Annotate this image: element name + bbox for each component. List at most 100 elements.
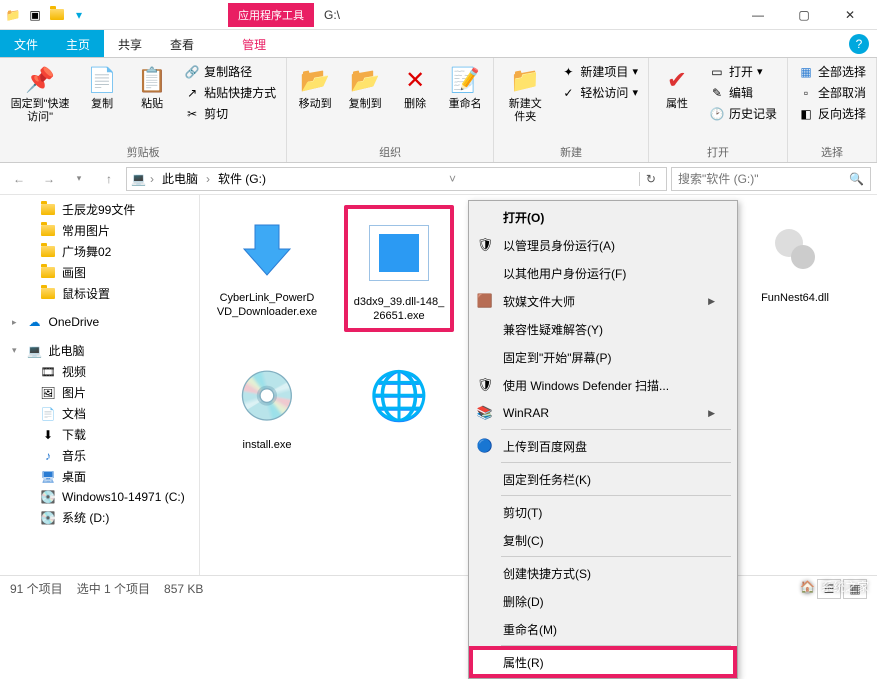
newitem-button[interactable]: ✦新建项目 ▾ xyxy=(556,62,642,81)
tab-home[interactable]: 主页 xyxy=(52,30,104,57)
edit-small-button[interactable]: ✎编辑 xyxy=(705,83,781,102)
menu-item[interactable]: 兼容性疑难解答(Y) xyxy=(471,315,735,343)
open-small-button[interactable]: ▭打开 ▾ xyxy=(705,62,781,81)
selectall-button[interactable]: ▦全部选择 xyxy=(794,62,870,81)
nav-pictures[interactable]: 🖼图片 xyxy=(0,382,199,403)
delete-button[interactable]: ✕删除 xyxy=(393,62,437,113)
forward-button[interactable]: → xyxy=(36,166,62,192)
history-button[interactable]: 🕑历史记录 xyxy=(705,104,781,123)
copyto-button[interactable]: 📂复制到 xyxy=(343,62,387,113)
blank-icon xyxy=(475,347,495,367)
file-item[interactable]: FunNest64.dll xyxy=(740,205,850,332)
copy-path-button[interactable]: 🔗复制路径 xyxy=(180,62,280,81)
defender-icon: 🛡 xyxy=(475,375,495,395)
menu-label: 以其他用户身份运行(F) xyxy=(503,265,626,282)
qat-properties-icon[interactable]: ▣ xyxy=(26,6,44,24)
nav-drive-c[interactable]: 💽Windows10-14971 (C:) xyxy=(0,487,199,507)
nav-folder[interactable]: 常用图片 xyxy=(0,220,199,241)
up-button[interactable]: ↑ xyxy=(96,166,122,192)
search-icon[interactable]: 🔍 xyxy=(849,172,864,186)
tab-view[interactable]: 查看 xyxy=(156,30,208,57)
copy-label: 复制 xyxy=(91,98,113,111)
selectnone-button[interactable]: ▫全部取消 xyxy=(794,83,870,102)
nav-pane[interactable]: 壬辰龙99文件 常用图片 广场舞02 画图 鼠标设置 ☁OneDrive 💻此电… xyxy=(0,195,200,575)
search-input[interactable] xyxy=(678,172,849,186)
nav-folder[interactable]: 广场舞02 xyxy=(0,241,199,262)
invert-button[interactable]: ◧反向选择 xyxy=(794,104,870,123)
menu-item[interactable]: 属性(R) xyxy=(471,648,735,676)
file-item[interactable]: d3dx9_39.dll-148_26651.exe xyxy=(344,205,454,332)
pin-button[interactable]: 📌 固定到"快速访问" xyxy=(6,62,74,126)
nav-desktop[interactable]: 🖥桌面 xyxy=(0,466,199,487)
nav-video[interactable]: 🎞视频 xyxy=(0,361,199,382)
nav-drive-d[interactable]: 💽系统 (D:) xyxy=(0,507,199,528)
paste-shortcut-button[interactable]: ↗粘贴快捷方式 xyxy=(180,83,280,102)
nav-onedrive[interactable]: ☁OneDrive xyxy=(0,312,199,332)
nav-folder[interactable]: 壬辰龙99文件 xyxy=(0,199,199,220)
menu-item[interactable]: 🟫软媒文件大师▶ xyxy=(471,287,735,315)
moveto-button[interactable]: 📂移动到 xyxy=(293,62,337,113)
properties-button[interactable]: ✔属性 xyxy=(655,62,699,113)
tab-share[interactable]: 共享 xyxy=(104,30,156,57)
file-item[interactable]: 🌐 xyxy=(344,352,454,456)
chevron-icon[interactable]: › xyxy=(150,172,154,186)
nav-music[interactable]: ♪音乐 xyxy=(0,445,199,466)
blank-icon xyxy=(475,207,495,227)
title-bar: 📁 ▣ ▾ 应用程序工具 G:\ — ▢ ✕ xyxy=(0,0,877,30)
menu-item[interactable]: 剪切(T) xyxy=(471,498,735,526)
search-box[interactable]: 🔍 xyxy=(671,167,871,191)
breadcrumb-root[interactable]: 此电脑 xyxy=(158,170,202,187)
recent-button[interactable]: ▾ xyxy=(66,166,92,192)
baidu-icon: 🔵 xyxy=(475,436,495,456)
minimize-button[interactable]: — xyxy=(735,0,781,30)
menu-separator xyxy=(501,645,731,646)
menu-item[interactable]: 固定到任务栏(K) xyxy=(471,465,735,493)
maximize-button[interactable]: ▢ xyxy=(781,0,827,30)
copy-button[interactable]: 📄 复制 xyxy=(80,62,124,113)
qat-newfolder-icon[interactable] xyxy=(48,6,66,24)
help-icon[interactable]: ? xyxy=(849,34,869,54)
file-item[interactable]: CyberLink_PowerDVD_Downloader.exe xyxy=(212,205,322,332)
menu-item[interactable]: 创建快捷方式(S) xyxy=(471,559,735,587)
menu-item[interactable]: 🛡以管理员身份运行(A) xyxy=(471,231,735,259)
selectnone-icon: ▫ xyxy=(798,85,814,101)
open-icon: ▭ xyxy=(709,64,725,80)
menu-item[interactable]: 复制(C) xyxy=(471,526,735,554)
copy-icon: 📄 xyxy=(86,64,118,96)
tab-file[interactable]: 文件 xyxy=(0,30,52,57)
menu-item[interactable]: 🔵上传到百度网盘 xyxy=(471,432,735,460)
menu-item[interactable]: 📚WinRAR▶ xyxy=(471,399,735,427)
qat-dropdown-icon[interactable]: ▾ xyxy=(70,6,88,24)
newfolder-button[interactable]: 📁新建文件夹 xyxy=(500,62,550,126)
menu-item[interactable]: 重命名(M) xyxy=(471,615,735,643)
nav-downloads[interactable]: ⬇下载 xyxy=(0,424,199,445)
copyto-icon: 📂 xyxy=(349,64,381,96)
rename-button[interactable]: 📝重命名 xyxy=(443,62,487,113)
app-icon: 📁 xyxy=(4,6,22,24)
dropdown-icon[interactable]: ˅ xyxy=(449,172,456,186)
cut-button[interactable]: ✂剪切 xyxy=(180,104,280,123)
back-button[interactable]: ← xyxy=(6,166,32,192)
invert-label: 反向选择 xyxy=(818,105,866,122)
breadcrumb-drive[interactable]: 软件 (G:) xyxy=(214,170,270,187)
nav-folder[interactable]: 画图 xyxy=(0,262,199,283)
menu-item[interactable]: 打开(O) xyxy=(471,203,735,231)
paste-button[interactable]: 📋 粘贴 xyxy=(130,62,174,113)
select-group-label: 选择 xyxy=(794,142,870,160)
menu-item[interactable]: 以其他用户身份运行(F) xyxy=(471,259,735,287)
documents-icon: 📄 xyxy=(40,406,56,422)
easyaccess-button[interactable]: ✓轻松访问 ▾ xyxy=(556,83,642,102)
selectall-label: 全部选择 xyxy=(818,63,866,80)
tab-manage[interactable]: 管理 xyxy=(228,30,280,57)
nav-thispc[interactable]: 💻此电脑 xyxy=(0,340,199,361)
nav-documents[interactable]: 📄文档 xyxy=(0,403,199,424)
menu-item[interactable]: 固定到"开始"屏幕(P) xyxy=(471,343,735,371)
nav-folder[interactable]: 鼠标设置 xyxy=(0,283,199,304)
menu-item[interactable]: 删除(D) xyxy=(471,587,735,615)
file-item[interactable]: 💿install.exe xyxy=(212,352,322,456)
breadcrumb[interactable]: 💻 › 此电脑 › 软件 (G:) ˅ ↻ xyxy=(126,167,667,191)
menu-item[interactable]: 🛡使用 Windows Defender 扫描... xyxy=(471,371,735,399)
chevron-icon[interactable]: › xyxy=(206,172,210,186)
refresh-button[interactable]: ↻ xyxy=(639,172,662,186)
close-button[interactable]: ✕ xyxy=(827,0,873,30)
